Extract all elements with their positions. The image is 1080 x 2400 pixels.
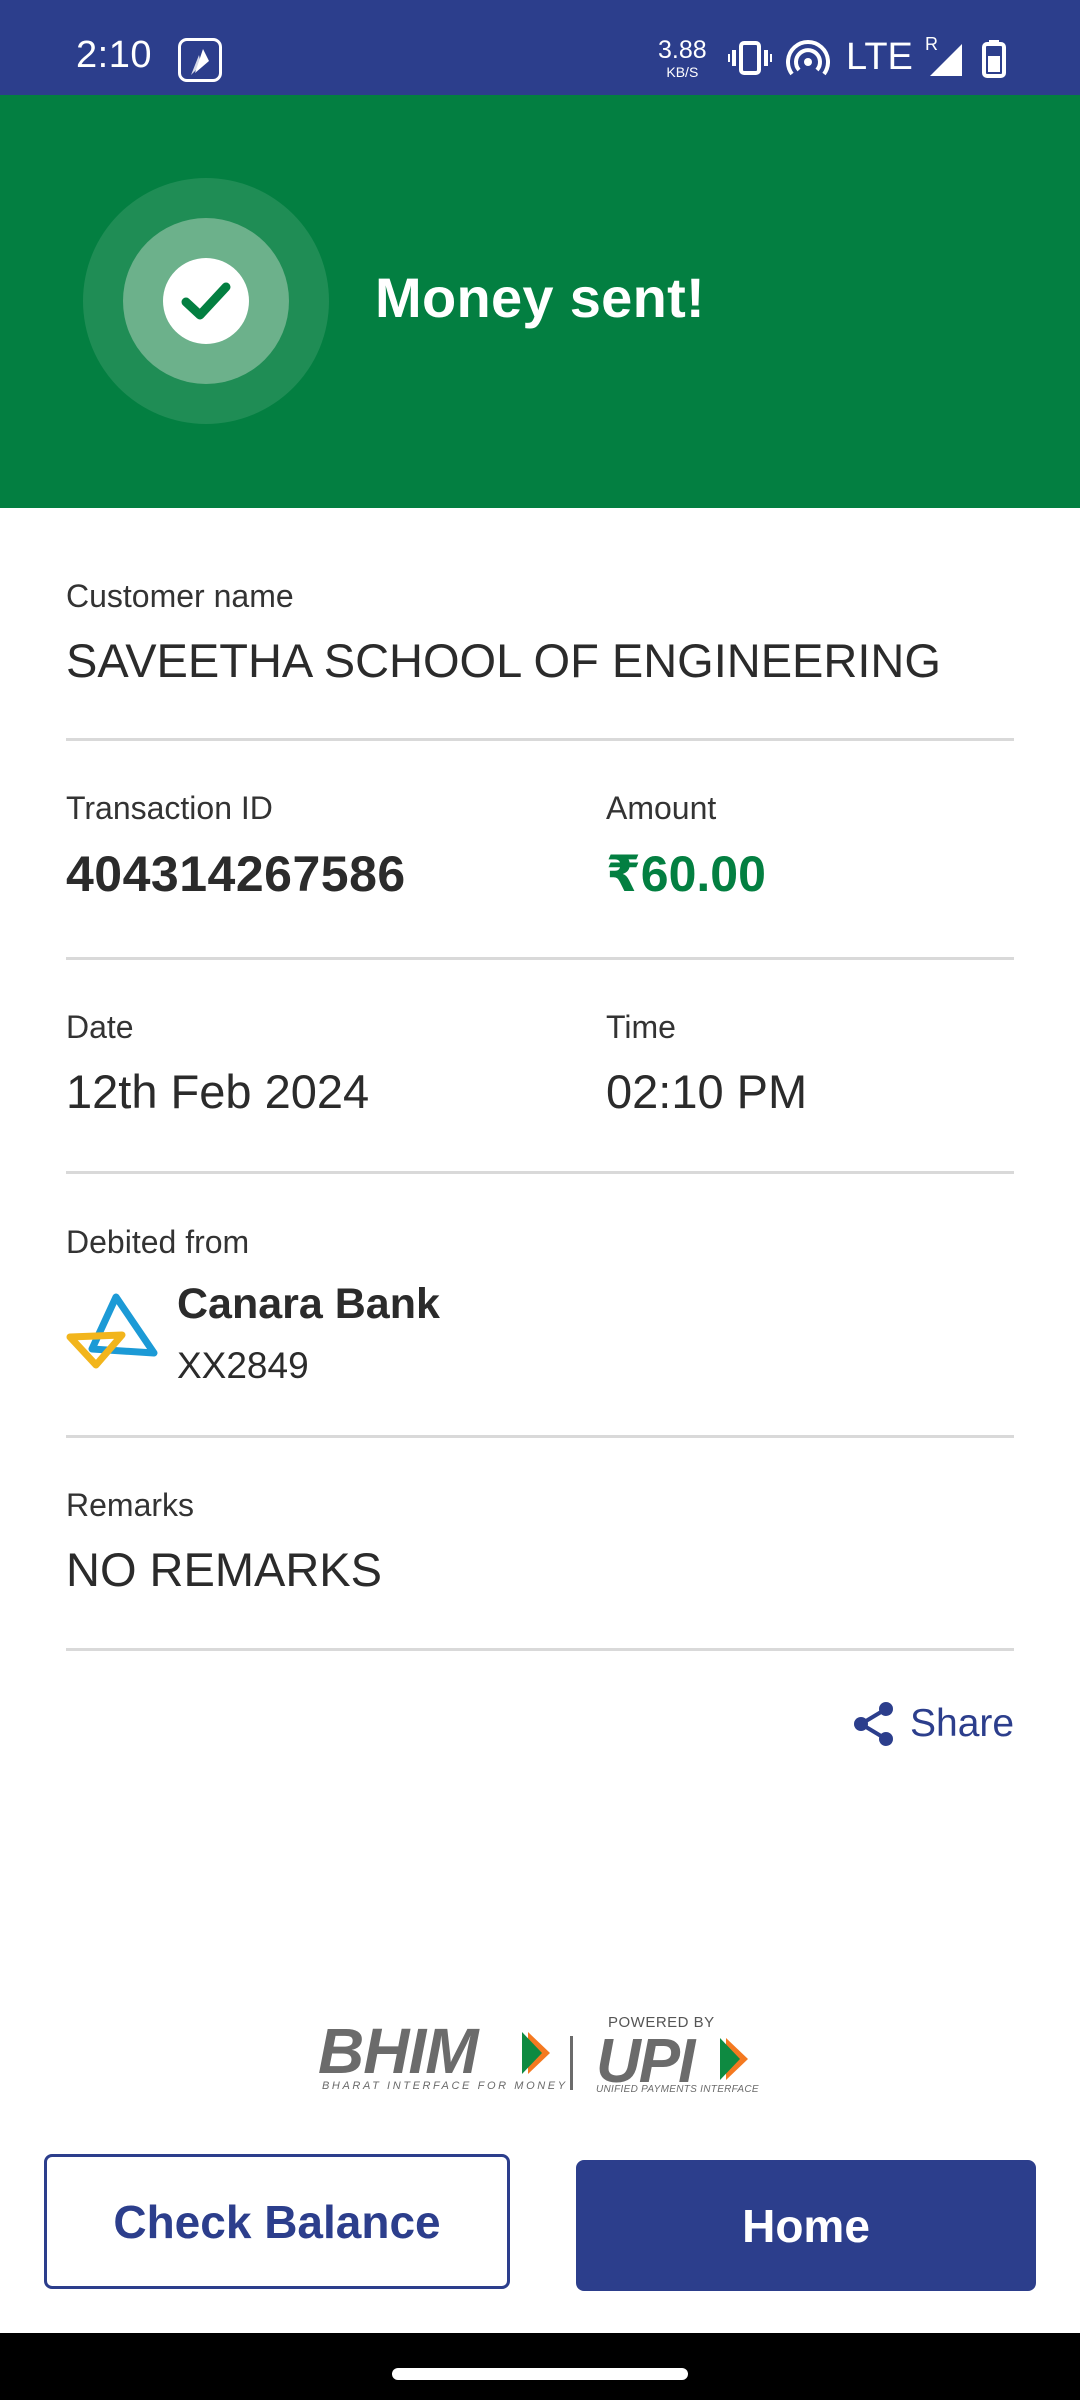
bank-account: XX2849 bbox=[177, 1345, 309, 1386]
signal-icon bbox=[930, 44, 962, 76]
amount-value: ₹60.00 bbox=[606, 846, 766, 902]
speed-value: 3.88 bbox=[658, 36, 707, 64]
speed-unit: KB/S bbox=[666, 64, 699, 80]
bhim-logo-text: BHIM bbox=[318, 2015, 479, 2087]
check-icon bbox=[181, 282, 231, 320]
battery-icon bbox=[982, 40, 1006, 78]
customer-label: Customer name bbox=[66, 578, 294, 614]
date-value: 12th Feb 2024 bbox=[66, 1065, 370, 1118]
bhim-flag-icon bbox=[522, 2032, 550, 2074]
vibrate-icon bbox=[728, 41, 772, 75]
amount-label: Amount bbox=[606, 790, 717, 826]
bhim-upi-logo: BHIM BHARAT INTERFACE FOR MONEY POWERED … bbox=[318, 2012, 762, 2096]
transaction-id-label: Transaction ID bbox=[66, 790, 273, 826]
time-value: 02:10 PM bbox=[606, 1065, 808, 1118]
success-badge bbox=[83, 178, 329, 424]
bhim-tagline: BHARAT INTERFACE FOR MONEY bbox=[322, 2080, 568, 2092]
share-button[interactable]: Share bbox=[850, 1700, 1014, 1748]
divider bbox=[66, 957, 1014, 960]
upi-tagline: UNIFIED PAYMENTS INTERFACE bbox=[596, 2084, 759, 2095]
transaction-id-value[interactable]: 404314267586 bbox=[66, 845, 1014, 903]
remarks-label: Remarks bbox=[66, 1487, 195, 1523]
remarks-section: Remarks NO REMARKS bbox=[66, 1487, 1014, 1597]
amount-block: Amount ₹60.00 bbox=[606, 790, 766, 903]
home-gesture-handle[interactable] bbox=[392, 2368, 688, 2380]
divider bbox=[66, 1171, 1014, 1174]
logo-separator bbox=[570, 2036, 573, 2090]
status-bar: 2:10 3.88 KB/S LTE R bbox=[0, 0, 1080, 95]
status-time: 2:10 bbox=[76, 34, 152, 76]
debited-label: Debited from bbox=[66, 1224, 250, 1260]
hotspot-icon bbox=[786, 40, 830, 76]
customer-value: SAVEETHA SCHOOL OF ENGINEERING bbox=[66, 634, 941, 687]
divider bbox=[66, 1648, 1014, 1651]
home-button[interactable]: Home bbox=[576, 2160, 1036, 2291]
bhim-app-icon bbox=[178, 38, 222, 82]
canara-bank-logo-icon bbox=[66, 1293, 158, 1369]
transaction-section: Transaction ID 404314267586 Amount ₹60.0… bbox=[66, 790, 1014, 903]
time-block: Time 02:10 PM bbox=[606, 1009, 807, 1119]
datetime-section: Date 12th Feb 2024 Time 02:10 PM bbox=[66, 1009, 1014, 1119]
customer-section: Customer name SAVEETHA SCHOOL OF ENGINEE… bbox=[66, 578, 1014, 688]
divider bbox=[66, 1435, 1014, 1438]
share-icon bbox=[854, 1702, 893, 1746]
divider bbox=[66, 738, 1014, 741]
network-speed: 3.88 KB/S bbox=[658, 36, 707, 80]
debited-section: Debited from bbox=[66, 1224, 1014, 1261]
bank-name: Canara Bank bbox=[177, 1280, 440, 1328]
upi-flag-icon bbox=[720, 2038, 748, 2080]
system-nav-bar bbox=[0, 2333, 1080, 2400]
share-label: Share bbox=[910, 1702, 1015, 1745]
time-label: Time bbox=[606, 1009, 676, 1045]
network-type: LTE bbox=[846, 36, 913, 78]
success-header: Money sent! bbox=[0, 95, 1080, 508]
remarks-value: NO REMARKS bbox=[66, 1543, 382, 1596]
success-title: Money sent! bbox=[375, 266, 706, 329]
date-label: Date bbox=[66, 1009, 134, 1045]
check-balance-button[interactable]: Check Balance bbox=[44, 2154, 510, 2289]
